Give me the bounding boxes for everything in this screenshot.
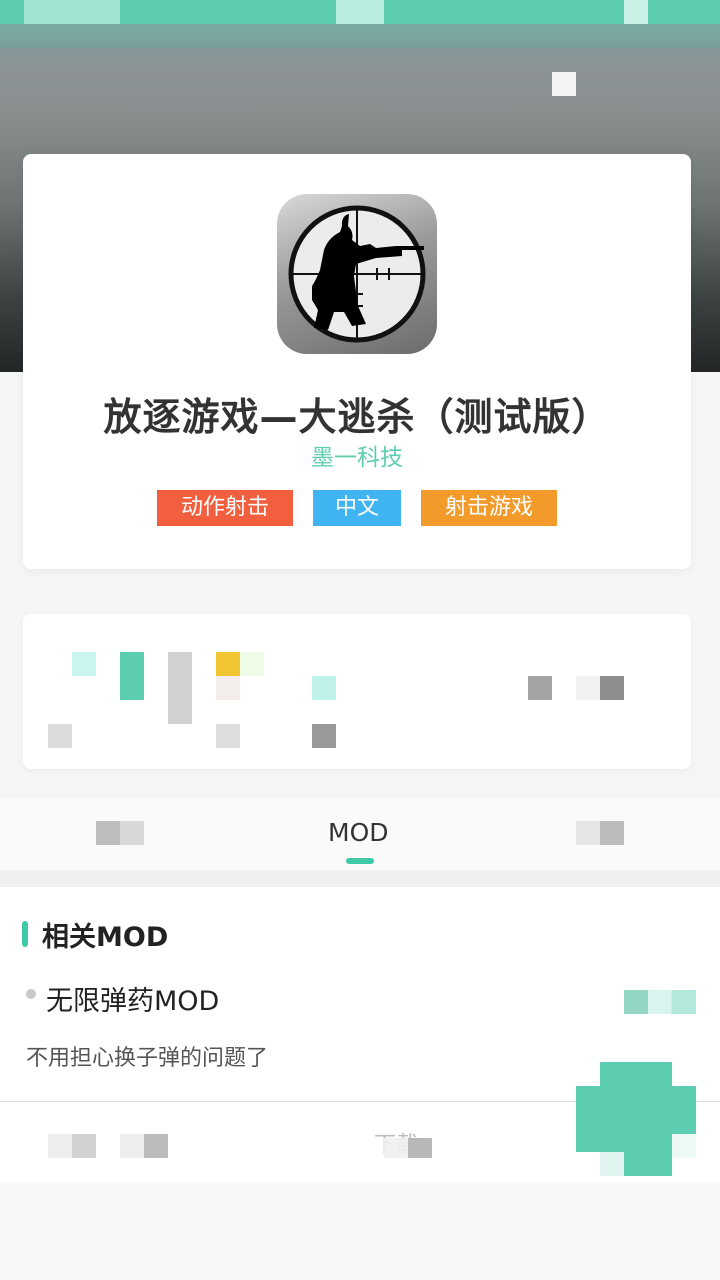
section-accent-bar bbox=[22, 921, 28, 947]
app-title: 放逐游戏—大逃杀（测试版） bbox=[103, 395, 611, 439]
section-divider bbox=[0, 871, 720, 887]
blurred-text-3 bbox=[384, 1138, 432, 1158]
mod-name[interactable]: 无限弹药MOD bbox=[46, 979, 219, 1018]
stats-card bbox=[23, 614, 691, 769]
mod-section: 相关MOD 无限弹药MOD 不用担心换子弹的问题了 下载 bbox=[0, 887, 720, 1183]
section-title: 相关MOD bbox=[42, 922, 169, 953]
developer-link[interactable]: 墨一科技 bbox=[23, 438, 691, 472]
tab-mod[interactable]: MOD bbox=[328, 818, 389, 848]
tag-action-shooter[interactable]: 动作射击 bbox=[157, 490, 293, 526]
sniper-crosshair-icon bbox=[277, 194, 437, 354]
tab-right-blurred[interactable] bbox=[576, 821, 624, 845]
blurred-text-2 bbox=[120, 1134, 168, 1158]
tag-chinese[interactable]: 中文 bbox=[313, 490, 401, 526]
mod-badge-blurred bbox=[624, 990, 696, 1014]
tab-active-indicator bbox=[346, 858, 374, 864]
blurred-text-1 bbox=[48, 1134, 96, 1158]
tab-left-blurred[interactable] bbox=[96, 821, 144, 845]
bottom-area bbox=[0, 1183, 720, 1280]
app-info-card: 放逐游戏—大逃杀（测试版） 墨一科技 动作射击 中文 射击游戏 bbox=[23, 154, 691, 569]
tab-bar: MOD bbox=[0, 798, 720, 870]
mod-description: 不用担心换子弹的问题了 bbox=[26, 1046, 269, 1071]
bullet-icon bbox=[26, 989, 36, 999]
tag-shooter-game[interactable]: 射击游戏 bbox=[421, 490, 557, 526]
